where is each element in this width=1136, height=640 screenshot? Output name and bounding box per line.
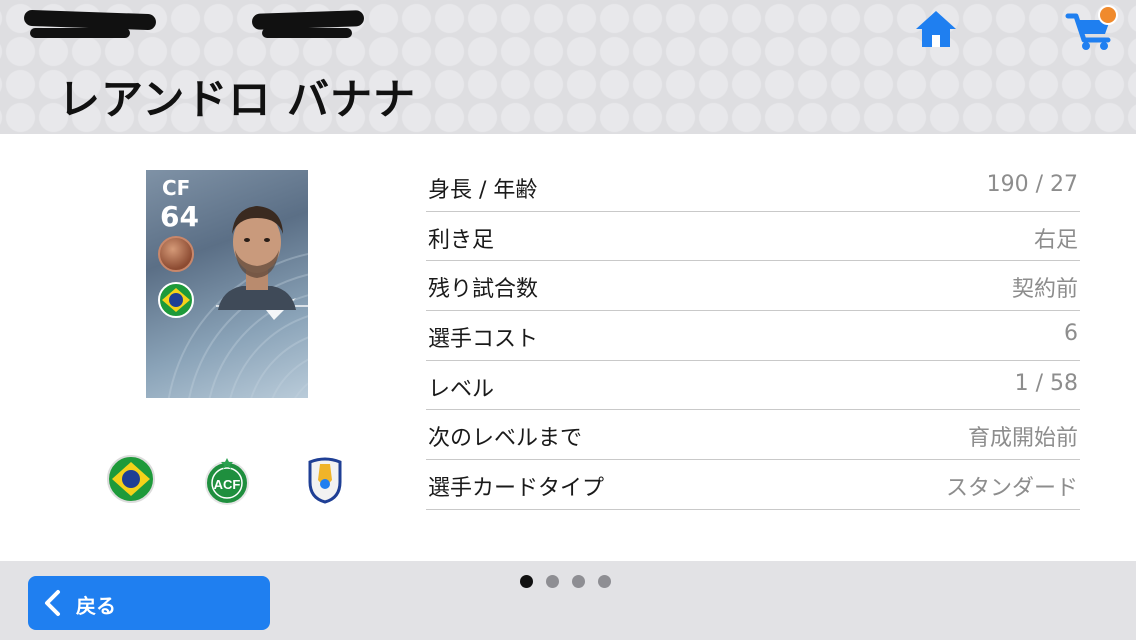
stat-value: 育成開始前 <box>967 426 1078 452</box>
stat-value: 契約前 <box>1011 277 1078 303</box>
club-crest-icon: ACF <box>205 458 249 505</box>
player-stats-table: 身長 / 年齢 190 / 27 利き足 右足 残り試合数 契約前 選手コスト … <box>426 162 1080 510</box>
brazil-flag-icon <box>158 282 194 318</box>
player-name: レアンドロ バナナ <box>58 75 416 124</box>
stat-label: 次のレベルまで <box>428 426 583 452</box>
league-logo-icon <box>308 457 342 504</box>
stat-value: 右足 <box>1033 227 1078 253</box>
player-card[interactable]: CF 64 <box>146 170 308 398</box>
stat-value: 6 <box>1064 321 1078 347</box>
redacted-text <box>262 28 352 38</box>
home-button[interactable] <box>914 8 958 50</box>
back-button[interactable]: 戻る <box>28 576 270 630</box>
redacted-text <box>30 28 130 38</box>
svg-text:ACF: ACF <box>214 477 241 492</box>
redacted-text <box>251 10 365 30</box>
stat-label: レベル <box>428 376 495 402</box>
stat-value: 190 / 27 <box>986 172 1078 197</box>
stat-row-card-type: 選手カードタイプ スタンダード <box>426 460 1080 510</box>
stat-row-matches-remaining: 残り試合数 契約前 <box>426 261 1080 312</box>
card-overall-rating: 64 <box>160 200 199 233</box>
chevron-left-icon <box>45 590 60 616</box>
bronze-badge-icon <box>158 236 194 272</box>
stat-row-next-level: 次のレベルまで 育成開始前 <box>426 410 1080 461</box>
stat-value: スタンダード <box>945 476 1078 502</box>
nationality-emblem <box>106 454 156 504</box>
stat-row-player-cost: 選手コスト 6 <box>426 311 1080 361</box>
league-emblem <box>300 454 350 504</box>
stat-row-level: レベル 1 / 58 <box>426 361 1080 411</box>
stat-label: 選手カードタイプ <box>428 476 605 502</box>
card-position: CF <box>162 176 191 200</box>
header-bar: レアンドロ バナナ <box>0 0 1136 134</box>
cart-notification-badge <box>1098 5 1118 25</box>
club-emblem: ACF <box>202 456 252 506</box>
brazil-flag-icon <box>107 455 155 503</box>
page-dot[interactable] <box>598 575 611 588</box>
page-indicator <box>520 575 611 589</box>
stat-label: 残り試合数 <box>428 277 539 303</box>
stat-value: 1 / 58 <box>1014 370 1078 396</box>
player-portrait <box>218 206 296 310</box>
back-button-label: 戻る <box>76 594 116 618</box>
page-dot[interactable] <box>572 575 585 588</box>
stat-label: 選手コスト <box>428 327 539 353</box>
stat-row-height-age: 身長 / 年齢 190 / 27 <box>426 162 1080 212</box>
page-dot[interactable] <box>546 575 559 588</box>
home-icon <box>916 11 956 47</box>
stat-label: 利き足 <box>428 227 495 253</box>
stat-label: 身長 / 年齢 <box>428 178 538 203</box>
stat-row-preferred-foot: 利き足 右足 <box>426 212 1080 262</box>
page-dot[interactable] <box>520 575 533 588</box>
